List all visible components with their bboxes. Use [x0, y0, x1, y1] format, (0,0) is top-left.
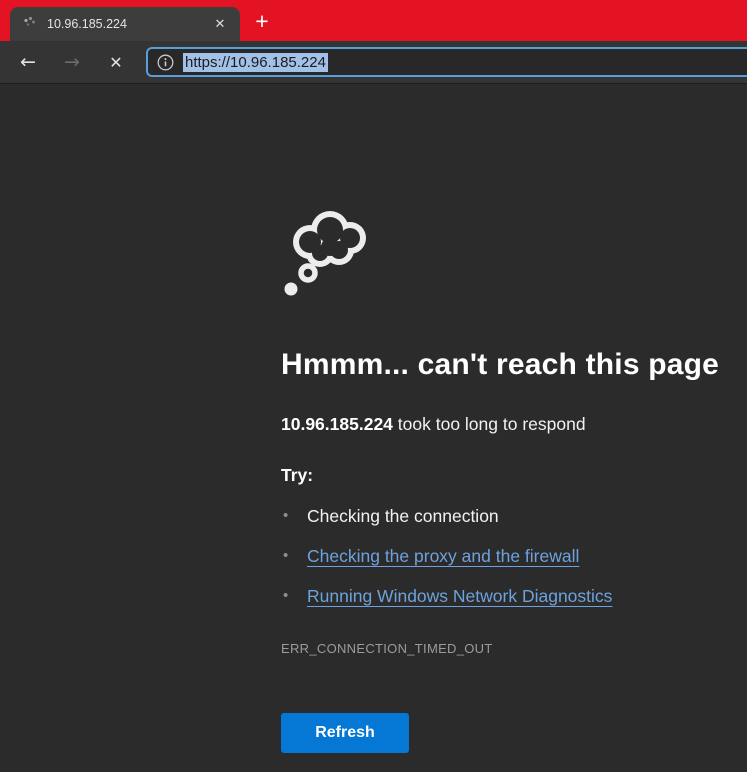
- refresh-button[interactable]: Refresh: [281, 713, 409, 753]
- proxy-firewall-link[interactable]: Checking the proxy and the firewall: [307, 546, 579, 566]
- tab-close-icon[interactable]: ✕: [210, 14, 230, 34]
- thought-cloud-icon: [281, 203, 376, 298]
- suggestion-list: Checking the connection Checking the pro…: [281, 504, 747, 608]
- back-button[interactable]: ←: [14, 48, 42, 76]
- suggestion-item: Checking the connection: [281, 504, 747, 528]
- error-title: Hmmm... can't reach this page: [281, 348, 747, 382]
- suggestion-item: Checking the proxy and the firewall: [281, 544, 747, 568]
- loading-spinner-icon: [22, 16, 38, 32]
- error-code: ERR_CONNECTION_TIMED_OUT: [281, 641, 747, 656]
- network-diagnostics-link[interactable]: Running Windows Network Diagnostics: [307, 586, 612, 606]
- subtitle-text: took too long to respond: [393, 414, 586, 434]
- url-text-selected[interactable]: https://10.96.185.224: [183, 53, 328, 72]
- try-label: Try:: [281, 463, 747, 487]
- navigation-toolbar: ← → ✕ https://10.96.185.224: [0, 41, 747, 84]
- error-subtitle: 10.96.185.224 took too long to respond: [281, 412, 747, 436]
- forward-button[interactable]: →: [58, 48, 86, 76]
- new-tab-button[interactable]: +: [248, 7, 276, 35]
- tab-title: 10.96.185.224: [47, 17, 210, 31]
- info-icon[interactable]: [157, 54, 174, 71]
- host-name: 10.96.185.224: [281, 414, 393, 434]
- suggestion-item: Running Windows Network Diagnostics: [281, 584, 747, 608]
- error-page: Hmmm... can't reach this page 10.96.185.…: [0, 84, 747, 772]
- browser-window: 10.96.185.224 ✕ + ← → ✕ https://10.96.18…: [0, 0, 747, 772]
- stop-button[interactable]: ✕: [102, 48, 130, 76]
- address-bar[interactable]: https://10.96.185.224: [146, 47, 747, 77]
- browser-tab[interactable]: 10.96.185.224 ✕: [10, 7, 240, 41]
- titlebar: 10.96.185.224 ✕ +: [0, 0, 747, 41]
- suggestion-text: Checking the connection: [307, 506, 499, 526]
